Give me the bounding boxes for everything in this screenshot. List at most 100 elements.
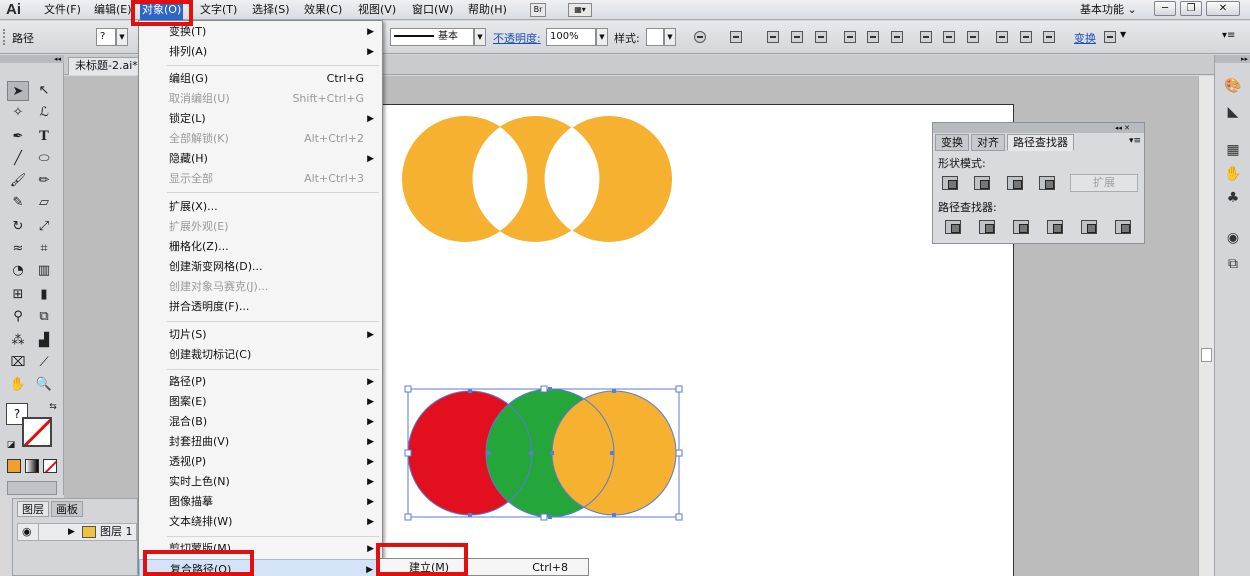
menu-type[interactable]: 文字(T): [198, 0, 239, 20]
menu-item-path[interactable]: 路径(P) ▶: [139, 372, 382, 392]
reference-point-icon[interactable]: [730, 31, 742, 43]
align-bottom-icon[interactable]: [891, 31, 903, 43]
opacity-link[interactable]: 不透明度:: [493, 30, 541, 46]
expand-layer-icon[interactable]: ▶: [68, 524, 75, 540]
panel-menu-icon[interactable]: ▾≡: [1222, 30, 1235, 41]
selected-circles-group[interactable]: [404, 385, 683, 521]
menu-item-live-paint[interactable]: 实时上色(N) ▶: [139, 472, 382, 492]
isolate-group-icon[interactable]: [1104, 31, 1116, 43]
stroke-profile-select[interactable]: 基本: [390, 28, 474, 46]
line-tool-icon[interactable]: ╱: [7, 149, 29, 169]
distribute-top-icon[interactable]: [920, 31, 932, 43]
fill-color-box[interactable]: ?: [96, 28, 116, 46]
merge-icon[interactable]: [1013, 220, 1029, 234]
menu-item-group[interactable]: 编组(G) Ctrl+G: [139, 69, 382, 89]
minus-back-icon[interactable]: [1115, 220, 1131, 234]
swap-fill-stroke-icon[interactable]: ⇆: [42, 397, 64, 417]
menu-item-object-mosaic[interactable]: 创建对象马赛克(J)...: [139, 277, 382, 297]
menu-item-gradient-mesh[interactable]: 创建渐变网格(D)...: [139, 257, 382, 277]
lasso-tool-icon[interactable]: ℒ: [33, 103, 55, 123]
appearance-panel-icon[interactable]: ⧉: [1223, 255, 1243, 273]
divide-icon[interactable]: [945, 220, 961, 234]
menu-item-envelope-distort[interactable]: 封套扭曲(V) ▶: [139, 432, 382, 452]
menu-window[interactable]: 窗口(W): [410, 0, 455, 20]
expand-button[interactable]: 扩展: [1070, 174, 1138, 192]
menu-item-flatten-transparency[interactable]: 拼合透明度(F)...: [139, 297, 382, 317]
opacity-dropdown[interactable]: ▼: [596, 28, 608, 46]
distribute-right-icon[interactable]: [1043, 31, 1055, 43]
menu-file[interactable]: 文件(F): [42, 0, 83, 20]
menu-view[interactable]: 视图(V): [356, 0, 398, 20]
tab-artboards[interactable]: 画板: [51, 501, 83, 517]
stroke-swatch[interactable]: [22, 417, 52, 447]
layer-row[interactable]: ◉ ▶ 图层 1: [17, 523, 137, 541]
magic-wand-tool-icon[interactable]: ✧: [7, 103, 29, 123]
artboard-tool-icon[interactable]: ⌧: [7, 353, 29, 373]
rotate-tool-icon[interactable]: ↻: [7, 217, 29, 237]
menu-item-expand[interactable]: 扩展(X)...: [139, 197, 382, 217]
column-graph-tool-icon[interactable]: ▟: [33, 331, 55, 351]
swatches-panel-icon[interactable]: ▦: [1223, 141, 1243, 159]
color-panel-icon[interactable]: 🎨: [1223, 77, 1243, 95]
scrollbar-thumb[interactable]: [1201, 348, 1212, 362]
eraser-tool-icon[interactable]: ▱: [33, 193, 55, 213]
screen-mode-buttons[interactable]: [7, 481, 57, 495]
menu-item-hide[interactable]: 隐藏(H) ▶: [139, 149, 382, 169]
menu-item-arrange[interactable]: 排列(A) ▶: [139, 42, 382, 62]
style-dropdown[interactable]: ▼: [664, 28, 676, 46]
menu-item-show-all[interactable]: 显示全部 Alt+Ctrl+3: [139, 169, 382, 189]
isolate-dropdown[interactable]: ▼: [1120, 30, 1126, 39]
trim-icon[interactable]: [979, 220, 995, 234]
exclude-icon[interactable]: [1039, 176, 1055, 190]
unite-icon[interactable]: [942, 176, 958, 190]
vertical-scrollbar[interactable]: [1198, 76, 1214, 576]
direct-selection-tool-icon[interactable]: ↖: [33, 81, 55, 101]
bridge-icon[interactable]: Br: [530, 3, 546, 17]
workspace-switcher[interactable]: 基本功能 ⌄: [1080, 0, 1137, 20]
menu-item-lock[interactable]: 锁定(L) ▶: [139, 109, 382, 129]
menu-edit[interactable]: 编辑(E): [92, 0, 134, 20]
blob-brush-tool-icon[interactable]: ✎: [7, 193, 29, 213]
restore-button[interactable]: ❐: [1180, 1, 1202, 16]
align-top-icon[interactable]: [844, 31, 856, 43]
menu-effect[interactable]: 效果(C): [302, 0, 344, 20]
align-center-icon[interactable]: [791, 31, 803, 43]
color-mode-icon[interactable]: [7, 459, 21, 473]
align-right-icon[interactable]: [815, 31, 827, 43]
blend-tool-icon[interactable]: ⧉: [33, 307, 55, 327]
ellipse-tool-icon[interactable]: ⬭: [33, 149, 55, 169]
distribute-bottom-icon[interactable]: [967, 31, 979, 43]
fill-dropdown[interactable]: ▼: [116, 28, 128, 46]
free-transform-tool-icon[interactable]: ⌗: [33, 239, 55, 259]
brushes-panel-icon[interactable]: ✋: [1223, 165, 1243, 183]
menu-item-slice[interactable]: 切片(S) ▶: [139, 325, 382, 345]
tab-pathfinder[interactable]: 路径查找器: [1007, 134, 1074, 151]
perspective-grid-tool-icon[interactable]: ▥: [33, 261, 55, 281]
tab-align[interactable]: 对齐: [971, 134, 1005, 151]
document-tab[interactable]: 未标题-2.ai*: [68, 57, 145, 75]
gradient-mode-icon[interactable]: [25, 459, 39, 473]
intersect-icon[interactable]: [1007, 176, 1023, 190]
menu-item-ungroup[interactable]: 取消编组(U) Shift+Ctrl+G: [139, 89, 382, 109]
minimize-button[interactable]: ─: [1154, 1, 1176, 16]
menu-help[interactable]: 帮助(H): [466, 0, 509, 20]
align-middle-icon[interactable]: [867, 31, 879, 43]
distribute-center-icon[interactable]: [1020, 31, 1032, 43]
stroke-profile-dropdown[interactable]: ▼: [474, 28, 486, 46]
shape-builder-tool-icon[interactable]: ◔: [7, 261, 29, 281]
menu-item-pattern[interactable]: 图案(E) ▶: [139, 392, 382, 412]
minus-front-icon[interactable]: [974, 176, 990, 190]
distribute-left-icon[interactable]: [996, 31, 1008, 43]
color-guide-icon[interactable]: ◣: [1223, 103, 1243, 121]
menu-item-rasterize[interactable]: 栅格化(Z)...: [139, 237, 382, 257]
transform-link[interactable]: 变换: [1074, 30, 1096, 46]
stroke-panel-icon[interactable]: ◉: [1223, 229, 1243, 247]
gradient-tool-icon[interactable]: ▮: [33, 285, 55, 305]
crop-icon[interactable]: [1047, 220, 1063, 234]
none-mode-icon[interactable]: [43, 459, 57, 473]
style-swatch[interactable]: [646, 28, 664, 46]
compound-circles-result[interactable]: [402, 116, 672, 242]
tools-collapse-icon[interactable]: ◂◂: [0, 55, 64, 63]
zoom-tool-icon[interactable]: 🔍: [33, 375, 55, 395]
menu-item-image-trace[interactable]: 图像描摹 ▶: [139, 492, 382, 512]
